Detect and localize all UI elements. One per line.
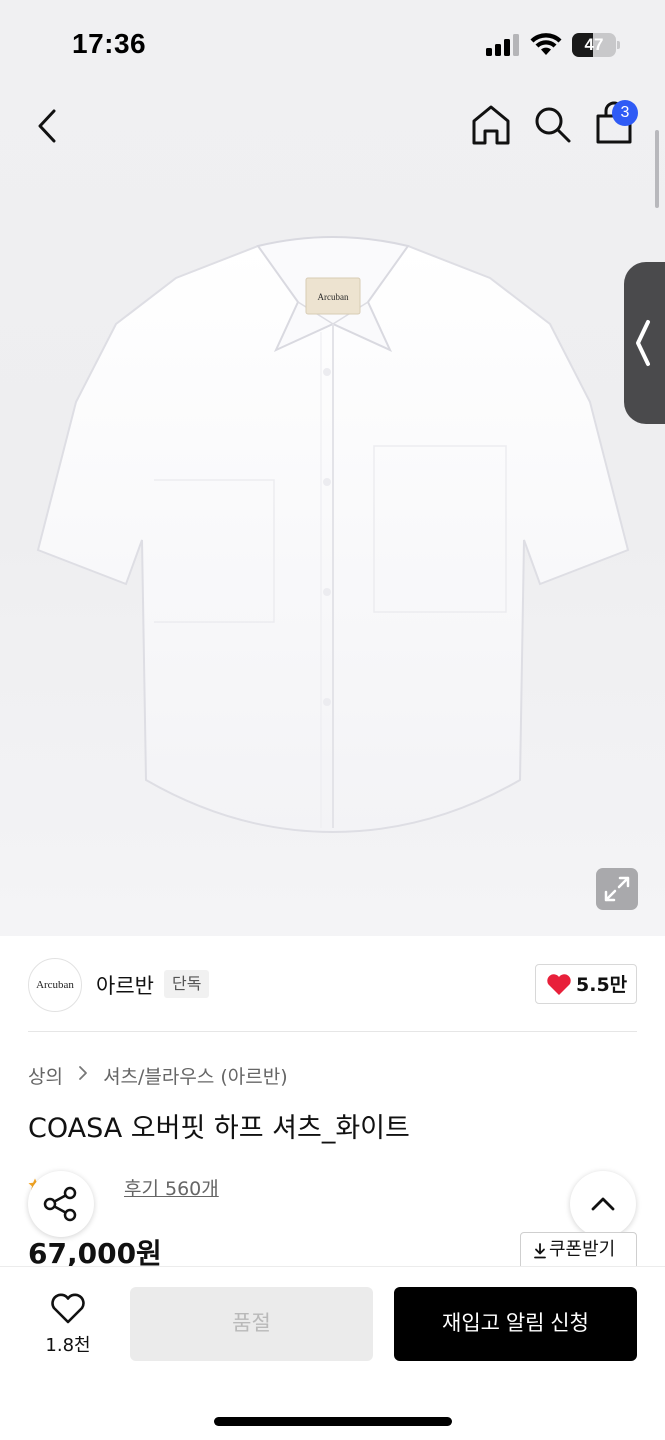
- chevron-up-icon: [591, 1197, 615, 1211]
- brand-name[interactable]: 아르반: [96, 970, 154, 1000]
- chevron-right-icon: [79, 1066, 87, 1080]
- status-time: 17:36: [72, 28, 147, 59]
- brand-like-button[interactable]: 5.5만: [535, 964, 637, 1004]
- breadcrumb-item-subcategory[interactable]: 셔츠/블라우스 (아르반): [103, 1062, 288, 1089]
- battery-icon: 47: [572, 33, 620, 57]
- brand-logo[interactable]: Arcuban: [28, 958, 82, 1012]
- restock-alert-button[interactable]: 재입고 알림 신청: [394, 1287, 637, 1361]
- heart-filled-icon: [547, 974, 571, 995]
- soldout-button[interactable]: 품절: [130, 1287, 373, 1361]
- product-title: COASA 오버핏 하프 셔츠_화이트: [28, 1113, 410, 1144]
- share-button[interactable]: [28, 1171, 94, 1237]
- search-icon[interactable]: [532, 104, 572, 146]
- home-indicator: [214, 1417, 452, 1426]
- coupon-button[interactable]: 쿠폰받기: [520, 1232, 637, 1268]
- shirt-label-text: Arcuban: [318, 292, 349, 302]
- scroll-to-top-button[interactable]: [570, 1171, 636, 1237]
- product-shirt-image: Arcuban: [36, 236, 630, 834]
- wishlist-button[interactable]: 1.8천: [34, 1289, 102, 1359]
- scroll-indicator: [655, 130, 659, 208]
- wishlist-count: 1.8천: [45, 1335, 91, 1356]
- cart-count-badge: 3: [612, 100, 638, 126]
- signal-icon: [486, 34, 519, 56]
- side-panel-tab[interactable]: [624, 262, 665, 424]
- breadcrumb-item-category[interactable]: 상의: [28, 1062, 63, 1089]
- breadcrumb: 상의 셔츠/블라우스 (아르반): [28, 1062, 288, 1090]
- back-button[interactable]: [28, 104, 68, 148]
- shopping-bag-button[interactable]: 3: [594, 100, 640, 148]
- download-icon: [534, 1243, 546, 1259]
- brand-like-count: 5.5만: [576, 974, 628, 996]
- heart-outline-icon: [51, 1293, 85, 1324]
- expand-icon: [604, 876, 630, 902]
- section-divider: [28, 1031, 637, 1032]
- exclusive-tag: 단독: [164, 970, 210, 998]
- brand-row: Arcuban 아르반 단독 5.5만: [0, 936, 665, 1032]
- coupon-label: 쿠폰받기: [549, 1239, 616, 1260]
- review-count-link[interactable]: 후기 560개: [124, 1174, 219, 1201]
- home-icon[interactable]: [470, 103, 512, 147]
- battery-percent: 47: [584, 35, 604, 54]
- status-bar: 17:36 47: [0, 0, 665, 90]
- wifi-icon: [530, 33, 562, 55]
- bottom-action-bar: 1.8천 품절 재입고 알림 신청: [0, 1266, 665, 1440]
- expand-image-button[interactable]: [596, 868, 638, 910]
- share-icon: [43, 1186, 77, 1222]
- product-image-area[interactable]: 17:36 47 3 Arcuban: [0, 0, 665, 936]
